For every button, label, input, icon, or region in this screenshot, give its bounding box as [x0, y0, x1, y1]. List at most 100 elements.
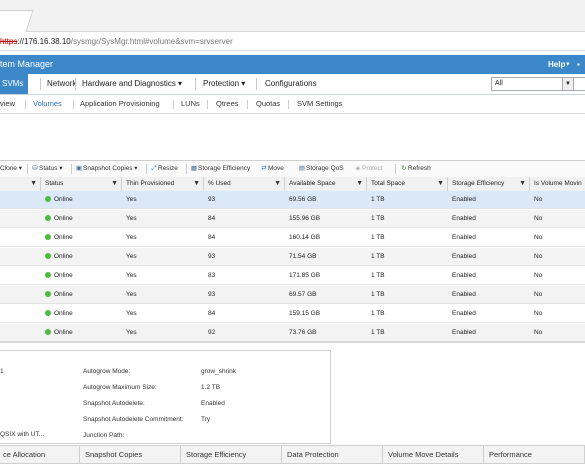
table-cell: 69.56 GB	[285, 191, 367, 209]
table-cell: Enabled	[448, 248, 530, 266]
browser-tab[interactable]	[0, 10, 34, 32]
toolbar-divider	[146, 164, 147, 174]
subnav-overview[interactable]: view	[0, 95, 15, 113]
filter-icon[interactable]: ▼	[193, 177, 200, 191]
cell-text: Yes	[126, 310, 137, 317]
storage-efficiency-button[interactable]: ▦Storage Efficiency	[190, 161, 250, 177]
help-menu[interactable]: Help	[548, 55, 565, 74]
subnav-volumes[interactable]: Volumes	[33, 95, 62, 113]
cell-text: 84	[208, 215, 216, 222]
move-button[interactable]: ⇄Move	[260, 161, 284, 177]
help-caret-icon[interactable]: ▾	[566, 55, 570, 74]
table-cell: Online	[41, 191, 122, 209]
cell-text: Enabled	[452, 215, 476, 222]
table-row[interactable]: Online Yes 84 155.96 GB 1 TB Enabled No	[0, 210, 585, 228]
tab-snapshot-copies[interactable]: Snapshot Copies	[80, 446, 181, 463]
table-cell: Yes	[122, 286, 204, 304]
volume-details-panel: 1 QSIX with UT... Autogrow Mode: grow_sh…	[0, 350, 331, 444]
tab-volume-move-details[interactable]: Volume Move Details	[383, 446, 484, 463]
subnav-svm-settings[interactable]: SVM Settings	[297, 95, 342, 113]
status-label: Status ▾	[39, 165, 63, 172]
table-cell: Enabled	[448, 229, 530, 247]
nav-protection[interactable]: Protection ▾	[203, 74, 245, 94]
table-row[interactable]: Online Yes 84 160.14 GB 1 TB Enabled No	[0, 229, 585, 247]
filter-select[interactable]: All ▼	[491, 77, 574, 91]
storage-qos-button[interactable]: ▤Storage QoS	[298, 161, 344, 177]
column-header-thin-provisioned[interactable]: Thin Provisioned ▼	[122, 177, 204, 191]
column-header-status[interactable]: Status ▼	[41, 177, 122, 191]
table-cell: Enabled	[448, 191, 530, 209]
cell-text: No	[534, 272, 543, 279]
column-header-is-volume-moving[interactable]: Is Volume Movin	[530, 177, 585, 191]
nav-configurations[interactable]: Configurations	[265, 74, 317, 94]
url-path: /sysmgr/SysMgr.html#volume&svm=srvserver	[70, 37, 233, 46]
filter-icon[interactable]: ▼	[30, 177, 37, 191]
filter-icon[interactable]: ▼	[519, 177, 526, 191]
browser-tab-strip	[0, 0, 585, 32]
online-status-icon	[45, 291, 51, 297]
column-header-percent-used[interactable]: % Used ▼	[204, 177, 285, 191]
tab-performance[interactable]: Performance	[484, 446, 585, 463]
column-header-total-space[interactable]: Total Space ▼	[367, 177, 448, 191]
table-row[interactable]: Online Yes 83 171.85 GB 1 TB Enabled No	[0, 267, 585, 285]
filter-icon[interactable]: ▼	[111, 177, 118, 191]
column-header-name[interactable]: ▼	[0, 177, 41, 191]
tab-data-protection[interactable]: Data Protection	[282, 446, 383, 463]
search-field[interactable]	[573, 77, 585, 91]
table-row[interactable]: Online Yes 93 71.54 GB 1 TB Enabled No	[0, 248, 585, 266]
settings-icon[interactable]: ▪	[577, 55, 580, 74]
online-status-icon	[45, 310, 51, 316]
refresh-label: Refresh	[408, 165, 431, 172]
status-button[interactable]: ⛁Status ▾	[31, 161, 63, 177]
table-cell: 1 TB	[367, 248, 448, 266]
table-row[interactable]: Online Yes 84 159.15 GB 1 TB Enabled No	[0, 305, 585, 323]
detail-label: Snapshot Autodelete Commitment:	[83, 416, 184, 423]
chevron-down-icon: ▼	[562, 78, 573, 90]
toolbar-divider	[71, 164, 72, 174]
table-row[interactable]: Online Yes 93 69.56 GB 1 TB Enabled No	[0, 191, 585, 209]
subnav-qtrees[interactable]: Qtrees	[216, 95, 239, 113]
app-header: tem Manager Help ▾ ▪	[0, 55, 585, 74]
storage-efficiency-label: Storage Efficiency	[198, 165, 251, 172]
protect-button[interactable]: ◈ Protect	[354, 161, 383, 177]
nav-network[interactable]: Network	[47, 74, 76, 94]
detail-left-value: QSIX with UT...	[0, 431, 45, 438]
tab-space-allocation[interactable]: ce Allocation	[0, 446, 80, 463]
table-row[interactable]: Online Yes 92 73.76 GB 1 TB Enabled No	[0, 324, 585, 342]
cell-text: No	[534, 291, 543, 298]
subnav-application-provisioning[interactable]: Application Provisioning	[80, 95, 160, 113]
table-row[interactable]: Online Yes 93 69.57 GB 1 TB Enabled No	[0, 286, 585, 304]
subnav-quotas[interactable]: Quotas	[256, 95, 280, 113]
clone-label: Clone ▾	[0, 165, 23, 172]
grid-scrollbar[interactable]	[0, 341, 585, 343]
subnav-divider	[173, 100, 174, 109]
snapshot-copies-button[interactable]: ▣Snapshot Copies ▾	[75, 161, 138, 177]
volumes-grid: Online Yes 93 69.56 GB 1 TB Enabled No Online Ye…	[0, 191, 585, 343]
table-cell: Yes	[122, 248, 204, 266]
nav-svms[interactable]: SVMs	[0, 74, 28, 94]
subnav-divider	[247, 100, 248, 109]
cell-text: 93	[208, 253, 216, 260]
table-cell: Yes	[122, 210, 204, 228]
cell-text: Online	[54, 329, 73, 336]
filter-icon[interactable]: ▼	[274, 177, 281, 191]
subnav-luns[interactable]: LUNs	[181, 95, 200, 113]
column-header-available-space[interactable]: Available Space ▼	[285, 177, 367, 191]
refresh-button[interactable]: ↻Refresh	[400, 161, 431, 177]
table-cell: Online	[41, 267, 122, 285]
table-cell: 159.15 GB	[285, 305, 367, 323]
address-bar[interactable]: https://176.16.38.10/sysmgr/SysMgr.html#…	[0, 33, 585, 51]
cell-text: 69.57 GB	[289, 291, 317, 298]
cell-text: Yes	[126, 253, 137, 260]
filter-icon[interactable]: ▼	[437, 177, 444, 191]
resize-button[interactable]: ⤢Resize	[150, 161, 177, 177]
cell-text: Yes	[126, 215, 137, 222]
tab-storage-efficiency[interactable]: Storage Efficiency	[181, 446, 282, 463]
cell-text: Enabled	[452, 272, 476, 279]
url-scheme: https	[0, 37, 18, 46]
table-cell: 1 TB	[367, 305, 448, 323]
column-header-storage-efficiency[interactable]: Storage Efficiency ▼	[448, 177, 530, 191]
clone-button[interactable]: Clone ▾	[0, 161, 22, 177]
filter-icon[interactable]: ▼	[356, 177, 363, 191]
nav-hardware-diagnostics[interactable]: Hardware and Diagnostics ▾	[82, 74, 182, 94]
